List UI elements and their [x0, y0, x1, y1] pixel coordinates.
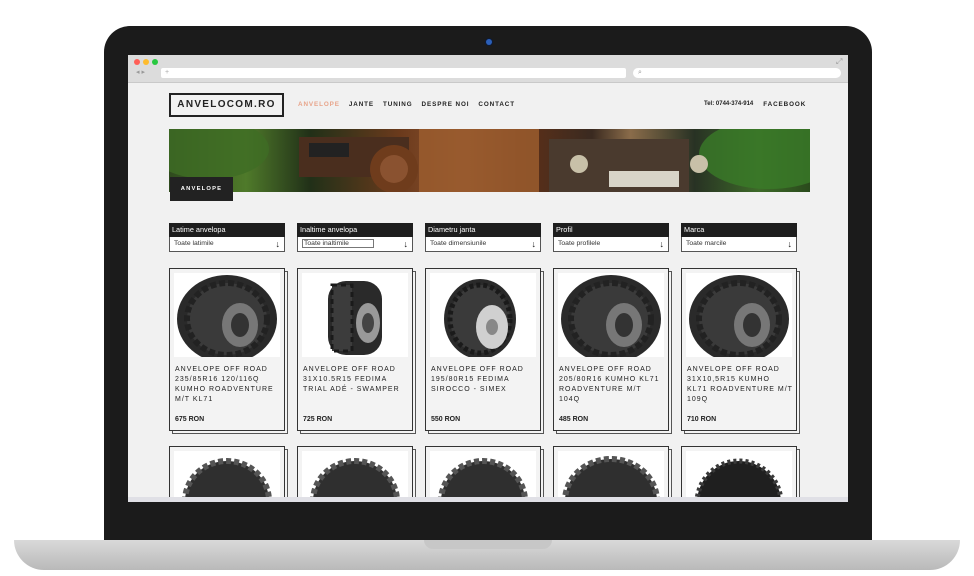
arrow-down-icon: ↓ — [275, 239, 281, 249]
tire-icon[interactable] — [302, 273, 408, 357]
menu-item-tuning[interactable]: TUNING — [383, 101, 413, 108]
product-card[interactable] — [553, 446, 669, 502]
product-name[interactable]: ANVELOPE OFF ROAD 235/85R16 120/116Q KUM… — [175, 365, 281, 405]
plus-icon: + — [165, 69, 170, 76]
product-card[interactable] — [297, 446, 413, 502]
product-name[interactable]: ANVELOPE OFF ROAD 31X10.5R15 FEDIMA TRIA… — [303, 365, 409, 395]
offroad-jeep-illustration — [169, 129, 810, 192]
menu-item-jante[interactable]: JANTE — [349, 101, 374, 108]
product-card[interactable] — [425, 446, 541, 502]
address-bar[interactable]: + — [161, 68, 626, 78]
filter-label: Latime anvelopa — [169, 223, 285, 237]
screen-bottom-bar — [128, 497, 848, 502]
tire-icon[interactable] — [174, 273, 280, 357]
facebook-link[interactable]: FACEBOOK — [763, 101, 806, 108]
filter-select[interactable]: Toate inaltimile ↓ — [297, 237, 413, 252]
camera-icon — [486, 39, 492, 45]
arrow-down-icon: ↓ — [403, 239, 409, 249]
filter-profil: Profil Toate profilele ↓ — [553, 223, 669, 253]
search-icon: ⌕ — [638, 69, 642, 76]
product-price: 710 RON — [687, 416, 717, 423]
menu-item-anvelope[interactable]: ANVELOPE — [298, 101, 340, 108]
tire-icon[interactable] — [558, 451, 664, 502]
filter-label: Marca — [681, 223, 797, 237]
tire-icon[interactable] — [174, 451, 280, 502]
product-card[interactable]: ANVELOPE OFF ROAD 235/85R16 120/116Q KUM… — [169, 268, 285, 431]
arrow-down-icon: ↓ — [531, 239, 537, 249]
tire-icon[interactable] — [430, 451, 536, 502]
filter-select[interactable]: Toate profilele ↓ — [553, 237, 669, 252]
site-logo[interactable]: ANVELOCOM.RO — [169, 93, 284, 117]
filter-diametru: Diametru janta Toate dimensiunile ↓ — [425, 223, 541, 253]
tire-icon[interactable] — [558, 273, 664, 357]
product-name[interactable]: ANVELOPE OFF ROAD 205/80R16 KUMHO KL71 R… — [559, 365, 665, 405]
product-card[interactable]: ANVELOPE OFF ROAD 31X10,5R15 KUMHO KL71 … — [681, 268, 797, 431]
menu-item-contact[interactable]: CONTACT — [478, 101, 515, 108]
close-window-dot[interactable] — [134, 59, 140, 65]
product-price: 725 RON — [303, 416, 333, 423]
filter-label: Inaltime anvelopa — [297, 223, 413, 237]
hero-banner — [169, 129, 810, 192]
product-card[interactable] — [681, 446, 797, 502]
menu-item-despre-noi[interactable]: DESPRE NOI — [422, 101, 470, 108]
product-price: 550 RON — [431, 416, 461, 423]
back-forward-icon[interactable]: ◂ ▸ — [136, 68, 145, 76]
arrow-down-icon: ↓ — [659, 239, 665, 249]
arrow-down-icon: ↓ — [787, 239, 793, 249]
fullscreen-icon[interactable]: ⤢ — [836, 57, 842, 67]
product-name[interactable]: ANVELOPE OFF ROAD 195/80R15 FEDIMA SIROC… — [431, 365, 537, 395]
header-right: Tel: 0744-374-914 FACEBOOK — [704, 101, 806, 108]
tire-icon[interactable] — [686, 451, 792, 502]
product-price: 485 RON — [559, 416, 589, 423]
browser-search-input[interactable]: ⌕ — [633, 68, 841, 78]
phone-number[interactable]: Tel: 0744-374-914 — [704, 101, 753, 108]
product-card[interactable]: ANVELOPE OFF ROAD 195/80R15 FEDIMA SIROC… — [425, 268, 541, 431]
minimize-window-dot[interactable] — [143, 59, 149, 65]
laptop-notch — [424, 540, 552, 549]
hero-category-tag: ANVELOPE — [170, 177, 233, 201]
filter-select[interactable]: Toate latimile ↓ — [169, 237, 285, 252]
laptop-screen: ◂ ▸ + ⌕ ⤢ ANVELOCOM.RO ANVELOPE JANTE TU… — [128, 55, 848, 502]
product-name[interactable]: ANVELOPE OFF ROAD 31X10,5R15 KUMHO KL71 … — [687, 365, 793, 405]
maximize-window-dot[interactable] — [152, 59, 158, 65]
tire-icon[interactable] — [686, 273, 792, 357]
filter-marca: Marca Toate marcile ↓ — [681, 223, 797, 253]
tire-icon[interactable] — [302, 451, 408, 502]
product-card[interactable]: ANVELOPE OFF ROAD 31X10.5R15 FEDIMA TRIA… — [297, 268, 413, 431]
filter-select[interactable]: Toate marcile ↓ — [681, 237, 797, 252]
product-card[interactable]: ANVELOPE OFF ROAD 205/80R16 KUMHO KL71 R… — [553, 268, 669, 431]
filter-latime: Latime anvelopa Toate latimile ↓ — [169, 223, 285, 253]
filter-select[interactable]: Toate dimensiunile ↓ — [425, 237, 541, 252]
filter-label: Diametru janta — [425, 223, 541, 237]
product-price: 675 RON — [175, 416, 205, 423]
filter-inaltime: Inaltime anvelopa Toate inaltimile ↓ — [297, 223, 413, 253]
filter-label: Profil — [553, 223, 669, 237]
browser-toolbar: ◂ ▸ + ⌕ ⤢ — [128, 55, 848, 83]
product-card[interactable] — [169, 446, 285, 502]
main-menu: ANVELOPE JANTE TUNING DESPRE NOI CONTACT — [298, 101, 515, 108]
tire-icon[interactable] — [430, 273, 536, 357]
